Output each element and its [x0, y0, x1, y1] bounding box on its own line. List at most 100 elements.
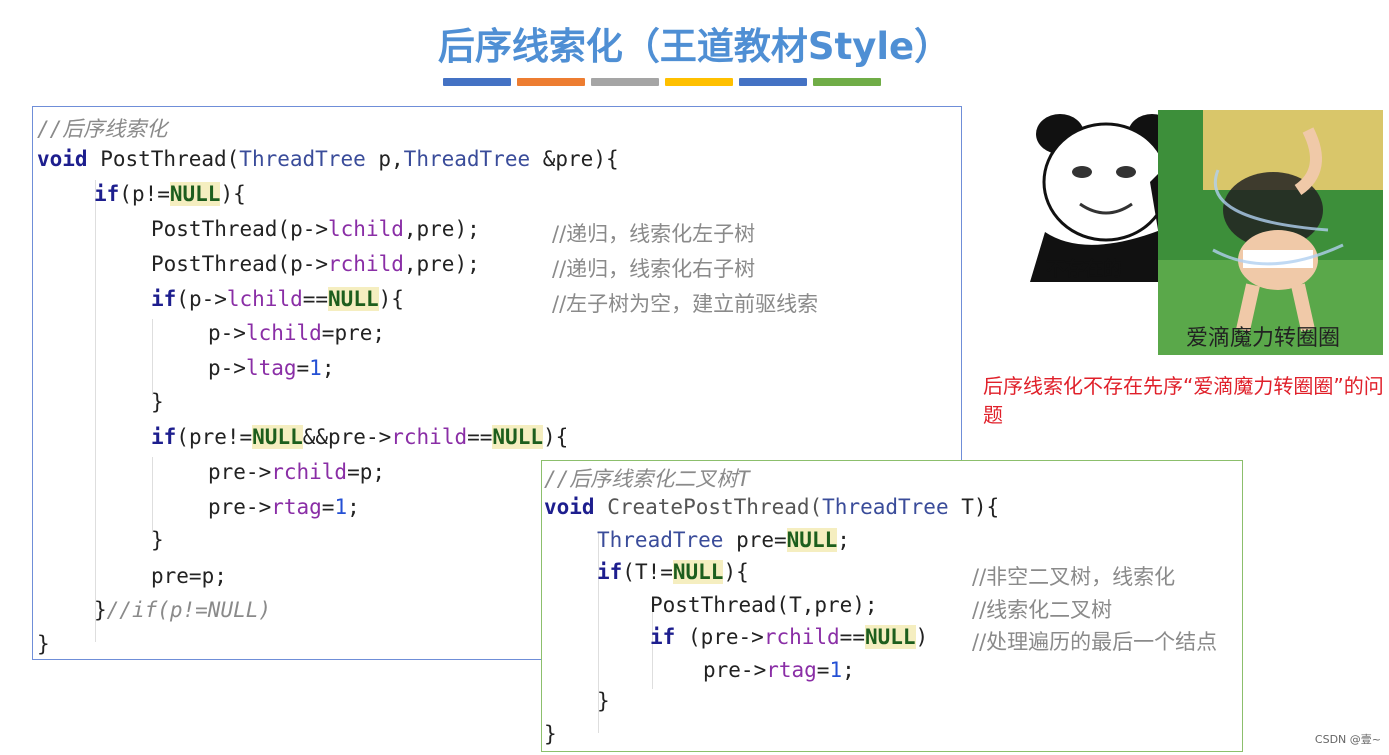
divider-bar — [813, 78, 881, 86]
number-literal: 1 — [309, 356, 322, 380]
indent-guide — [95, 180, 96, 642]
null-keyword: NULL — [169, 182, 221, 206]
code-text: (p-> — [176, 287, 227, 311]
panda-meme-caption: 不存在的 — [1046, 258, 1123, 280]
keyword: void — [544, 495, 595, 519]
code-text: PostThread(p-> — [151, 217, 329, 241]
code-text: == — [839, 625, 865, 649]
field-name: rtag — [271, 495, 322, 519]
field-name: lchild — [226, 287, 303, 311]
spinning-meme-image — [1158, 110, 1383, 355]
field-name: rchild — [271, 460, 348, 484]
footer-credit: CSDN @壹~ — [1314, 733, 1381, 746]
divider-bar — [517, 78, 585, 86]
code-text: (p!= — [119, 182, 170, 206]
type-name: ThreadTree — [403, 147, 531, 171]
code-comment: //左子树为空，建立前驱线索 — [552, 292, 819, 316]
code-line: PostThread(T,pre); — [650, 593, 878, 617]
code-text: ){ — [220, 182, 246, 206]
null-keyword: NULL — [864, 625, 916, 649]
keyword: void — [37, 147, 88, 171]
code-comment: //递归，线索化左子树 — [552, 222, 756, 246]
code-line: pre->rtag=1; — [208, 495, 360, 519]
code-line: } — [37, 632, 50, 656]
code-comment: //非空二叉树，线索化 — [972, 565, 1176, 589]
divider-bar — [591, 78, 659, 86]
field-name: rchild — [763, 625, 840, 649]
number-literal: 1 — [334, 495, 348, 519]
code-text: = — [816, 658, 830, 682]
field-name: rtag — [766, 658, 817, 682]
code-comment: //线索化二叉树 — [972, 598, 1113, 622]
code-text: (pre!= — [176, 425, 253, 449]
code-text: p-> — [208, 321, 246, 345]
code-line: if(p!=NULL){ — [94, 182, 246, 206]
indent-guide — [152, 319, 153, 395]
null-keyword: NULL — [328, 287, 379, 311]
code-text: (pre-> — [675, 625, 764, 649]
code-text: p-> — [208, 356, 246, 380]
type-name: ThreadTree — [239, 147, 366, 171]
code-line: ThreadTree pre=NULL; — [597, 528, 850, 552]
code-text: (T!= — [622, 560, 673, 584]
code-text: &&pre-> — [302, 425, 392, 449]
code-text: ){ — [542, 425, 569, 449]
code-text: ){ — [723, 560, 749, 584]
code-text: &pre){ — [530, 147, 619, 171]
code-text: pre-> — [703, 658, 767, 682]
field-name: rchild — [328, 252, 404, 276]
null-keyword: NULL — [252, 425, 303, 449]
field-name: lchild — [328, 217, 404, 241]
keyword: if — [650, 625, 676, 649]
code-text: PostThread( — [87, 147, 240, 171]
field-name: rchild — [391, 425, 468, 449]
divider-bar — [665, 78, 733, 86]
code-line: } — [544, 722, 557, 746]
code-line: if (pre->rchild==NULL) — [650, 625, 928, 649]
code-comment: //后序线索化 — [37, 117, 168, 141]
spinning-meme-caption: 爱滴魔力转圈圈 — [1186, 326, 1341, 351]
code-text: CreatePostThread( — [594, 495, 823, 519]
code-text: ; — [321, 356, 335, 380]
null-keyword: NULL — [786, 528, 838, 552]
divider-bar — [739, 78, 807, 86]
indent-guide — [152, 457, 153, 533]
code-text: } — [94, 598, 107, 622]
code-text: pre-> — [208, 495, 272, 519]
code-text: = — [296, 356, 310, 380]
code-comment: //后序线索化二叉树T — [544, 467, 750, 491]
null-keyword: NULL — [492, 425, 543, 449]
type-name: ThreadTree — [822, 495, 949, 519]
code-line: void PostThread(ThreadTree p,ThreadTree … — [37, 147, 619, 171]
page-title: 后序线索化（王道教材Style） — [437, 25, 952, 68]
code-line: pre->rtag=1; — [703, 658, 855, 682]
divider-bar — [443, 78, 511, 86]
code-line: }//if(p!=NULL) — [94, 598, 271, 622]
code-comment: //递归，线索化右子树 — [552, 257, 756, 281]
code-text: PostThread(p-> — [151, 252, 329, 276]
code-line: p->ltag=1; — [208, 356, 334, 380]
keyword: if — [597, 560, 623, 584]
code-text: = — [321, 495, 335, 519]
keyword: if — [151, 425, 177, 449]
code-text: ,pre); — [403, 252, 480, 276]
code-line: if(T!=NULL){ — [597, 560, 749, 584]
code-text: p, — [365, 147, 404, 171]
code-line: PostThread(p->lchild,pre); — [151, 217, 480, 241]
field-name: lchild — [245, 321, 322, 345]
code-text: ) — [915, 625, 929, 649]
color-divider — [443, 78, 881, 86]
code-text: ; — [347, 495, 360, 519]
code-line: if(p->lchild==NULL){ — [151, 287, 404, 311]
code-line: pre=p; — [151, 564, 227, 588]
code-text: ){ — [378, 287, 404, 311]
number-literal: 1 — [829, 658, 843, 682]
code-text: pre-> — [208, 460, 272, 484]
code-text: T){ — [948, 495, 1000, 519]
code-line: p->lchild=pre; — [208, 321, 385, 345]
code-text: =p; — [347, 460, 386, 484]
code-text: pre= — [723, 528, 787, 552]
red-note: 后序线索化不存在先序“爱滴魔力转圈圈”的问题 — [983, 374, 1384, 427]
code-line: PostThread(p->rchild,pre); — [151, 252, 480, 276]
field-name: ltag — [245, 356, 297, 380]
